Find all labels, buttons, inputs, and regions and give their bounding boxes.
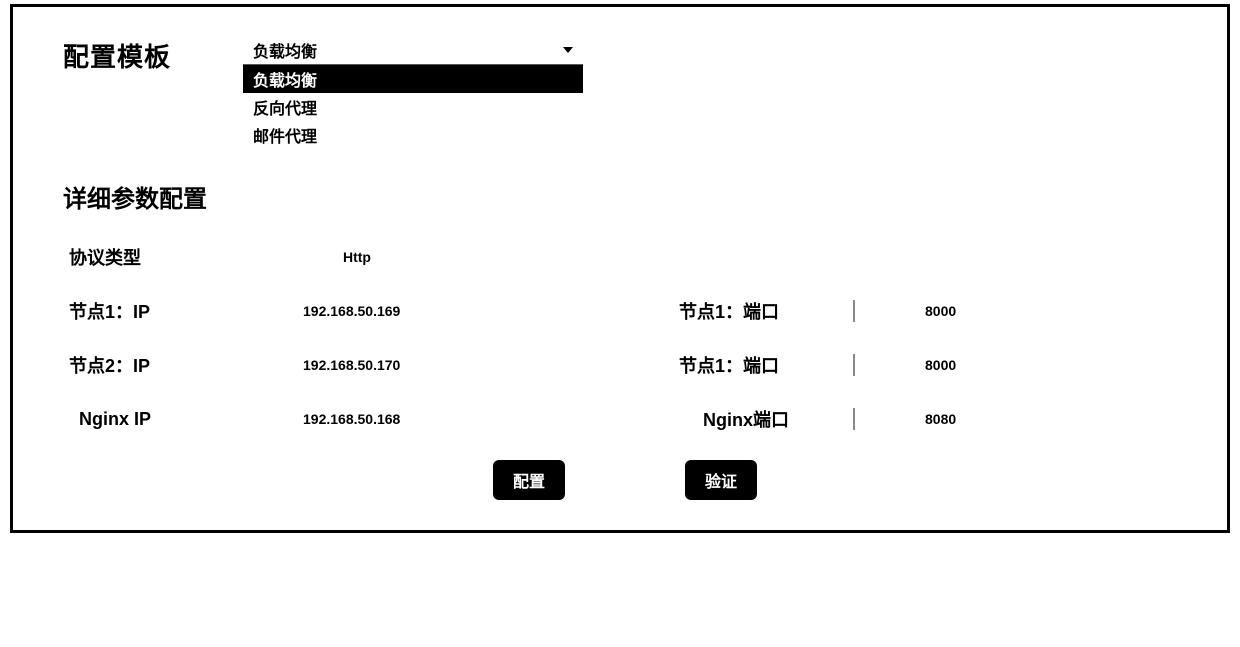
template-row: 配置模板 负载均衡 负载均衡 反向代理 邮件代理 bbox=[63, 37, 1187, 149]
node1-port-value[interactable]: 8000 bbox=[925, 303, 1025, 319]
nginx-port-label: Nginx端口 bbox=[673, 406, 853, 432]
template-dropdown-selected[interactable]: 负载均衡 bbox=[243, 37, 583, 65]
divider-icon bbox=[853, 408, 855, 430]
divider-icon bbox=[853, 300, 855, 322]
config-window: 配置模板 负载均衡 负载均衡 反向代理 邮件代理 详细参数配置 协议类型 Htt… bbox=[10, 4, 1230, 533]
node1-row: 节点1：IP 192.168.50.169 节点1：端口 8000 bbox=[63, 298, 1187, 324]
nginx-port-value[interactable]: 8080 bbox=[925, 411, 1025, 427]
node2-port-value[interactable]: 8000 bbox=[925, 357, 1025, 373]
protocol-label: 协议类型 bbox=[63, 244, 263, 270]
nginx-ip-label: Nginx IP bbox=[63, 409, 263, 430]
nginx-row: Nginx IP 192.168.50.168 Nginx端口 8080 bbox=[63, 406, 1187, 432]
verify-button[interactable]: 验证 bbox=[685, 460, 757, 500]
detail-params-title: 详细参数配置 bbox=[63, 179, 1187, 214]
node1-ip-value[interactable]: 192.168.50.169 bbox=[303, 303, 543, 319]
node2-ip-value[interactable]: 192.168.50.170 bbox=[303, 357, 543, 373]
node2-ip-label: 节点2：IP bbox=[63, 352, 263, 378]
node2-port-label: 节点1：端口 bbox=[673, 352, 853, 378]
button-row: 配置 验证 bbox=[63, 460, 1187, 500]
template-option-2[interactable]: 邮件代理 bbox=[243, 121, 583, 149]
node2-row: 节点2：IP 192.168.50.170 节点1：端口 8000 bbox=[63, 352, 1187, 378]
config-button[interactable]: 配置 bbox=[493, 460, 565, 500]
protocol-row: 协议类型 Http bbox=[63, 244, 1187, 270]
node1-ip-label: 节点1：IP bbox=[63, 298, 263, 324]
divider-icon bbox=[853, 354, 855, 376]
node1-port-label: 节点1：端口 bbox=[673, 298, 853, 324]
template-option-0[interactable]: 负载均衡 bbox=[243, 65, 583, 93]
template-dropdown[interactable]: 负载均衡 负载均衡 反向代理 邮件代理 bbox=[243, 37, 583, 149]
config-template-label: 配置模板 bbox=[63, 37, 243, 74]
template-dropdown-list: 负载均衡 反向代理 邮件代理 bbox=[243, 65, 583, 149]
nginx-ip-value[interactable]: 192.168.50.168 bbox=[303, 411, 543, 427]
template-option-1[interactable]: 反向代理 bbox=[243, 93, 583, 121]
template-dropdown-selected-text: 负载均衡 bbox=[253, 38, 317, 62]
protocol-value: Http bbox=[343, 249, 583, 265]
chevron-down-icon bbox=[563, 47, 573, 53]
